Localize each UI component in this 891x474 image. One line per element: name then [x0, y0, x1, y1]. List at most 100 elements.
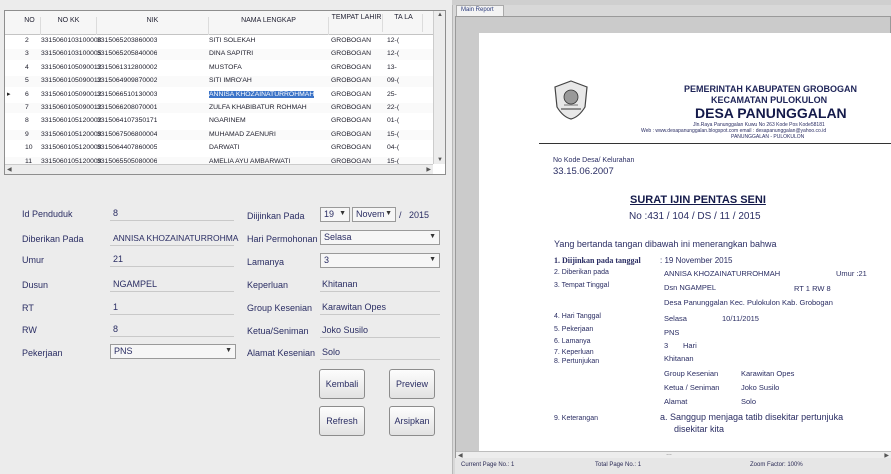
cell-no: 10 — [25, 144, 33, 152]
cell-tempat: GROBOGAN — [331, 144, 372, 152]
table-row[interactable]: 4 3315060105090012 3315061312800002 MUSTOFA… — [5, 63, 433, 73]
alamat-kesenian-field[interactable]: Solo — [322, 347, 340, 357]
chevron-down-icon[interactable]: ▼ — [225, 347, 232, 354]
scroll-right-icon[interactable]: ▶ — [426, 166, 431, 173]
label-rt: RT — [22, 303, 34, 313]
total-page-status: Total Page No.: 1 — [595, 462, 642, 468]
header-kabupaten: PEMERINTAH KABUPATEN GROBOGAN — [684, 84, 857, 94]
label-keperluan: Keperluan — [247, 280, 289, 290]
table-row[interactable]: 7 3315060105090012 3315066208070001 ZULFA K… — [5, 103, 433, 114]
day-select[interactable]: 19 ▼ — [320, 207, 350, 222]
chevron-down-icon[interactable]: ▼ — [429, 256, 436, 263]
col-header-nama[interactable]: NAMA LENGKAP — [209, 17, 329, 35]
data-grid[interactable]: NO NO KK NIK NAMA LENGKAP TEMPAT LAHIR T… — [4, 10, 446, 175]
surat-title: SURAT IJIN PENTAS SENI — [630, 194, 766, 206]
zoom-status: Zoom Factor: 100% — [750, 462, 803, 468]
chevron-down-icon[interactable]: ▼ — [339, 210, 346, 217]
divider — [110, 291, 234, 292]
item-3-label: 3. Tempat Tinggal — [554, 282, 610, 289]
lamanya-select[interactable]: 3 ▼ — [320, 253, 440, 268]
item-8-ketua-label: Ketua / Seniman — [664, 383, 720, 392]
cell-no: 2 — [25, 37, 29, 44]
date-separator: / — [399, 210, 402, 220]
header-kecamatan: KECAMATAN PULOKULON — [711, 95, 828, 105]
label-hari-permohonan: Hari Permohonan — [247, 234, 318, 244]
item-3-rt-rw: RT 1 RW 8 — [794, 284, 831, 293]
table-row[interactable]: 3 3315060103100005 3315065205840006 DINA SA… — [5, 49, 433, 60]
tab-main-report[interactable]: Main Report — [456, 5, 504, 16]
cell-no: 9 — [25, 130, 29, 138]
kembali-button[interactable]: Kembali — [319, 369, 365, 399]
cell-kk: 3315060105120002 — [41, 117, 102, 125]
col-header-tempat[interactable]: TEMPAT LAHIR — [331, 14, 383, 32]
label-umur: Umur — [22, 255, 44, 265]
header-area: PANUNGGALAN - PULOKULON — [731, 134, 805, 140]
preview-button[interactable]: Preview — [389, 369, 435, 399]
divider — [110, 314, 234, 315]
cell-tgl: 13- — [387, 63, 397, 71]
label-rw: RW — [22, 325, 37, 335]
grid-vertical-scrollbar[interactable]: ▲ ▼ — [433, 11, 445, 164]
divider — [320, 359, 440, 360]
cell-tempat: GROBOGAN — [331, 77, 372, 85]
chevron-down-icon[interactable]: ▼ — [429, 233, 436, 240]
cell-nama: MUHAMAD ZAENURI — [209, 130, 276, 138]
scroll-down-icon[interactable]: ▼ — [437, 157, 443, 163]
cell-tgl: 09-( — [387, 77, 400, 85]
col-header-nik[interactable]: NIK — [97, 17, 209, 35]
umur-field[interactable]: 21 — [113, 254, 123, 264]
chevron-down-icon[interactable]: ▼ — [385, 210, 392, 217]
id-penduduk-field[interactable]: 8 — [113, 208, 118, 218]
table-row[interactable]: ▸ 6 3315060105090012 3315066510130003 ANNISA… — [5, 90, 433, 100]
cell-nik: 3315066208070001 — [97, 104, 158, 111]
pekerjaan-value: PNS — [114, 346, 133, 356]
label-dusun: Dusun — [22, 280, 49, 290]
table-row[interactable]: 5 3315060105090012 3315064909870002 SITI IM… — [5, 76, 433, 87]
item-2-value: ANNISA KHOZAINATURROHMAH — [664, 269, 781, 278]
scroll-up-icon[interactable]: ▲ — [437, 12, 443, 18]
table-row[interactable]: 10 3315060105120009 3315064407860005 DARWAT… — [5, 143, 433, 153]
lamanya-value: 3 — [324, 255, 330, 265]
keperluan-field[interactable]: Khitanan — [322, 279, 358, 289]
col-header-kk[interactable]: NO KK — [41, 17, 97, 35]
cell-no: 3 — [25, 50, 29, 58]
cell-no: 6 — [25, 90, 29, 98]
ketua-seniman-field[interactable]: Joko Susilo — [322, 325, 368, 335]
item-9-label: 9. Keterangan — [554, 415, 598, 422]
cell-nama: MUSTOFA — [209, 63, 242, 71]
col-header-no[interactable]: NO — [19, 17, 41, 35]
kode-value: 33.15.06.2007 — [553, 166, 614, 177]
grid-horizontal-scrollbar[interactable]: ◀ ▶ — [5, 164, 433, 174]
cell-tgl: 12-( — [387, 37, 400, 44]
hari-permohonan-select[interactable]: Selasa ▼ — [320, 230, 440, 245]
scroll-thumb[interactable]: … — [666, 451, 672, 457]
label-lamanya: Lamanya — [247, 257, 285, 267]
diberikan-pada-field[interactable]: ANNISA KHOZAINATURROHMA — [113, 233, 238, 243]
cell-kk: 3315060105090012 — [41, 90, 102, 98]
item-2-label: 2. Diberikan pada — [554, 269, 609, 276]
arsipkan-button[interactable]: Arsipkan — [389, 406, 435, 436]
table-row[interactable]: 8 3315060105120002 3315064107350171 NGARINE… — [5, 116, 433, 126]
label-group-kesenian: Group Kesenian — [247, 303, 313, 313]
item-5-value: PNS — [664, 328, 680, 337]
cell-tempat: GROBOGAN — [331, 37, 372, 44]
cell-tgl: 25- — [387, 90, 397, 98]
table-row[interactable]: 2 3315060103100000 3315065203860003 SITI SO… — [5, 36, 433, 46]
pekerjaan-select[interactable]: PNS ▼ — [110, 344, 236, 359]
cell-no: 4 — [25, 63, 29, 71]
rw-field[interactable]: 8 — [113, 324, 118, 334]
cell-nik: 3315066510130003 — [97, 90, 158, 98]
year-field[interactable]: 2015 — [409, 210, 429, 220]
table-row[interactable]: 9 3315060105120009 3315067506800004 MUHAMAD… — [5, 129, 433, 141]
dusun-field[interactable]: NGAMPEL — [113, 279, 157, 289]
item-6-value: 3 — [664, 341, 669, 350]
scroll-left-icon[interactable]: ◀ — [7, 166, 12, 173]
cell-tempat: GROBOGAN — [331, 50, 372, 58]
col-header-tgl[interactable]: TA LA — [385, 14, 423, 32]
refresh-button[interactable]: Refresh — [319, 406, 365, 436]
cell-no: 5 — [25, 77, 29, 85]
rt-field[interactable]: 1 — [113, 302, 118, 312]
group-kesenian-field[interactable]: Karawitan Opes — [322, 302, 386, 312]
cell-nik: 3315064407860005 — [97, 144, 158, 152]
month-select[interactable]: Novem ▼ — [352, 207, 396, 222]
